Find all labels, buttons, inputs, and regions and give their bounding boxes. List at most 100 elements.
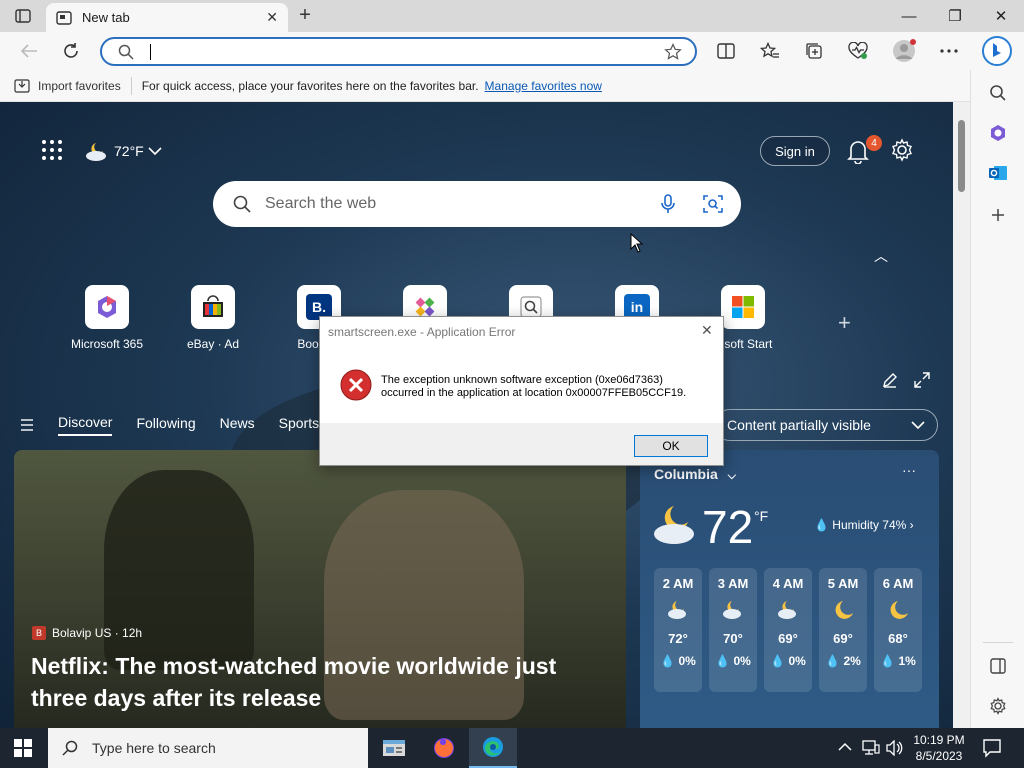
network-icon[interactable] (862, 740, 880, 759)
weather-location[interactable]: Columbia ⌵ (654, 466, 736, 483)
expand-icon[interactable] (914, 372, 930, 388)
tab-new-tab[interactable]: New tab ✕ (46, 3, 288, 32)
tile-ebay[interactable]: eBay · Ad (175, 285, 251, 351)
more-options-icon[interactable]: ··· (902, 462, 916, 478)
partly-cloudy-night-icon (654, 506, 694, 544)
hour-time: 6 AM (882, 576, 914, 591)
close-window-button[interactable]: ✕ (978, 4, 1024, 28)
source-logo-icon: B (32, 626, 46, 640)
dialog-close-icon[interactable]: ✕ (701, 322, 713, 339)
apps-launcher-icon[interactable] (40, 138, 64, 162)
taskbar-app-firefox-icon[interactable] (420, 728, 468, 768)
sidebar-hide-icon[interactable] (987, 655, 1009, 677)
taskbar-app-explorer-icon[interactable] (370, 728, 418, 768)
address-input-caret (150, 44, 151, 60)
split-screen-icon[interactable] (715, 40, 737, 62)
tab-actions-icon[interactable] (10, 6, 36, 26)
collections-icon[interactable] (803, 40, 825, 62)
page-settings-gear-icon[interactable] (890, 138, 914, 162)
hour-temp: 69° (833, 631, 853, 646)
tile-microsoft-365[interactable]: Microsoft 365 (69, 285, 145, 351)
import-favorites-label: Import favorites (38, 78, 121, 93)
new-tab-button[interactable]: + (294, 5, 316, 27)
sidebar-add-icon[interactable] (987, 204, 1009, 226)
favorite-star-icon[interactable] (664, 43, 682, 61)
tab-discover[interactable]: Discover (58, 414, 113, 436)
refresh-icon[interactable] (60, 40, 82, 62)
hour-temp: 70° (723, 631, 743, 646)
web-search-box[interactable]: Search the web (213, 181, 741, 227)
content-visibility-dropdown[interactable]: Content partially visible (714, 409, 938, 441)
hour-temp: 72° (668, 631, 688, 646)
minimize-button[interactable]: — (886, 4, 932, 28)
mouse-pointer-icon (630, 233, 644, 253)
maximize-button[interactable]: ❐ (932, 4, 978, 28)
microphone-icon[interactable] (661, 194, 675, 214)
volume-icon[interactable] (886, 739, 904, 759)
hour-precip: 💧 1% (880, 654, 916, 668)
add-shortcut-button[interactable]: + (838, 310, 851, 336)
microsoft-365-icon (85, 285, 129, 329)
hourly-forecast-item[interactable]: 2 AM 72° 💧 0% (654, 568, 702, 692)
ok-button[interactable]: OK (634, 435, 708, 457)
taskbar-clock[interactable]: 10:19 PM 8/5/2023 (906, 732, 972, 764)
sidebar-microsoft-365-icon[interactable] (987, 122, 1009, 144)
favorites-icon[interactable] (759, 40, 781, 62)
error-icon (340, 369, 372, 401)
tab-close-icon[interactable]: ✕ (266, 9, 278, 26)
hourly-forecast-item[interactable]: 5 AM 69° 💧 2% (819, 568, 867, 692)
tab-sports[interactable]: Sports (279, 415, 319, 435)
scrollbar-thumb[interactable] (958, 120, 965, 192)
dialog-message-line: The exception unknown software exception… (381, 374, 663, 386)
hourly-forecast-item[interactable]: 6 AM 68° 💧 1% (874, 568, 922, 692)
manage-favorites-link[interactable]: Manage favorites now (485, 79, 602, 93)
news-headline[interactable]: Netflix: The most-watched movie worldwid… (31, 650, 591, 714)
current-temperature: 72 (702, 501, 754, 553)
import-favorites-button[interactable]: Import favorites (14, 79, 121, 93)
news-card[interactable]: B Bolavip US · 12h Netflix: The most-wat… (14, 450, 626, 728)
sidebar-settings-icon[interactable] (987, 695, 1009, 717)
chevron-right-icon: › (909, 518, 914, 532)
moon-icon (819, 599, 867, 623)
hourly-forecast-item[interactable]: 4 AM 69° 💧 0% (764, 568, 812, 692)
news-image (104, 470, 254, 670)
taskbar-app-edge-icon[interactable] (469, 728, 517, 768)
windows-start-icon[interactable] (14, 739, 32, 757)
sidebar-outlook-icon[interactable] (987, 162, 1009, 184)
visual-search-icon[interactable] (703, 194, 723, 214)
content-visibility-label: Content partially visible (727, 417, 871, 433)
tab-following[interactable]: Following (136, 415, 195, 435)
news-source[interactable]: B Bolavip US · 12h (32, 626, 142, 640)
browser-essentials-icon[interactable] (847, 40, 869, 62)
taskbar-search-box[interactable]: Type here to search (48, 728, 368, 768)
action-center-icon[interactable] (982, 738, 1002, 758)
back-arrow-icon[interactable] (18, 40, 40, 62)
tab-title: New tab (82, 10, 130, 25)
sidebar-search-icon[interactable] (987, 82, 1009, 104)
show-hidden-icons-icon[interactable] (838, 740, 852, 755)
dialog-footer: OK (320, 423, 723, 465)
weather-card[interactable]: Columbia ⌵ ··· 72 °F 💧 Humidity 74% › 2 … (640, 450, 939, 728)
hour-time: 2 AM (662, 576, 694, 591)
title-bar: New tab ✕ + — ❐ ✕ (0, 0, 1024, 32)
weather-widget[interactable]: 72°F (84, 140, 162, 162)
page-scrollbar[interactable] (953, 102, 970, 728)
profile-avatar[interactable] (892, 39, 916, 63)
hourly-forecast-item[interactable]: 3 AM 70° 💧 0% (709, 568, 757, 692)
microsoft-start-icon (721, 285, 765, 329)
humidity-link[interactable]: 💧 Humidity 74% › (814, 518, 914, 532)
personalize-icon[interactable] (882, 372, 898, 388)
address-bar[interactable] (100, 37, 697, 66)
moon-icon (874, 599, 922, 623)
menu-hamburger-icon[interactable] (18, 419, 36, 431)
collapse-chevron-icon[interactable]: ︿ (874, 246, 888, 266)
hour-time: 5 AM (827, 576, 859, 591)
hour-time: 3 AM (717, 576, 749, 591)
sign-in-button[interactable]: Sign in (760, 136, 830, 166)
bing-copilot-icon[interactable] (982, 36, 1012, 66)
settings-more-icon[interactable] (938, 40, 960, 62)
taskbar-search-placeholder: Type here to search (92, 740, 216, 756)
tab-news[interactable]: News (220, 415, 255, 435)
search-icon (118, 44, 134, 60)
favorites-bar: Import favorites For quick access, place… (0, 70, 970, 102)
